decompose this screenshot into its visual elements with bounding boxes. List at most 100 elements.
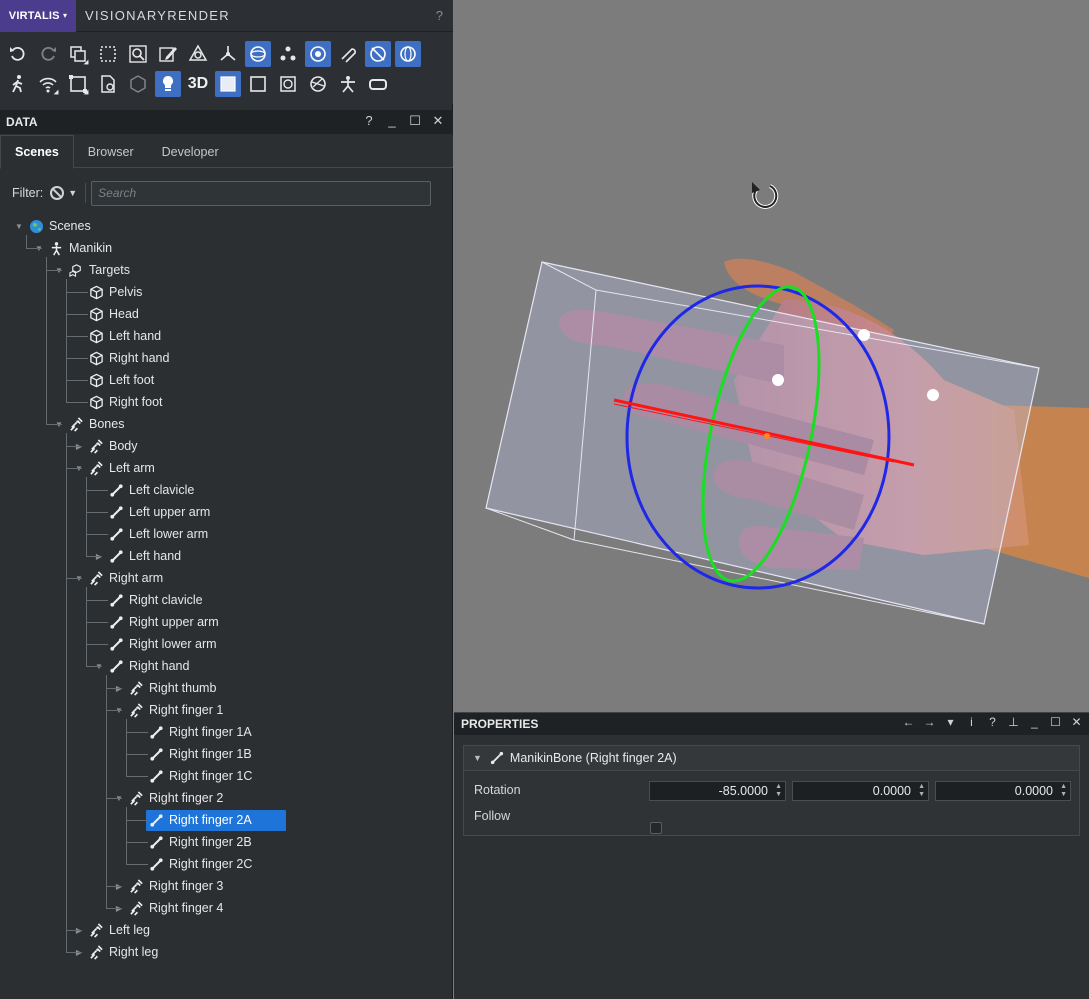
rotation-y-stepper-icon[interactable]: ▲ ▼	[918, 783, 925, 799]
tree-node[interactable]: ▶Right leg	[74, 941, 158, 963]
sphere-icon[interactable]	[245, 41, 271, 67]
tree-node[interactable]: ▼Left arm	[74, 457, 155, 479]
tree-node[interactable]: Right clavicle	[94, 589, 203, 611]
nodes-icon[interactable]	[275, 41, 301, 67]
rotation-z-stepper-icon[interactable]: ▲ ▼	[1060, 783, 1067, 799]
wifi-icon[interactable]	[35, 71, 61, 97]
data-close-icon[interactable]: ✕	[431, 113, 445, 129]
tree-node[interactable]: Right finger 2C	[134, 853, 252, 875]
manikin-icon[interactable]	[335, 71, 361, 97]
box-icon[interactable]	[125, 71, 151, 97]
bone-group-header[interactable]: ▼ ManikinBone (Right finger 2A)	[464, 746, 1079, 771]
collision-icon[interactable]	[365, 41, 391, 67]
tree-node[interactable]: Right finger 2A	[134, 809, 286, 831]
properties-title: PROPERTIES	[461, 717, 539, 731]
tree-node[interactable]: Left clavicle	[94, 479, 194, 501]
tree-connector	[86, 622, 108, 623]
follow-label: Follow	[474, 809, 511, 823]
tree-node[interactable]: ▼Right arm	[74, 567, 163, 589]
rotation-z-field[interactable]: 0.0000 ▲ ▼	[935, 781, 1071, 801]
expanded-arrow-icon[interactable]: ▼	[14, 222, 24, 231]
tree-node[interactable]: ▼ Scenes	[14, 215, 91, 237]
tree-node[interactable]: ▶Right thumb	[114, 677, 216, 699]
tab-developer[interactable]: Developer	[148, 135, 233, 168]
zoom-fit-icon[interactable]	[125, 41, 151, 67]
rotation-x-stepper-icon[interactable]: ▲ ▼	[775, 783, 782, 799]
tab-scenes[interactable]: Scenes	[0, 135, 74, 169]
tree-node[interactable]: ▶Left hand	[94, 545, 181, 567]
tree-node[interactable]: ▶Left leg	[74, 919, 150, 941]
physics-icon[interactable]	[185, 41, 211, 67]
tree-node[interactable]: ▼Bones	[54, 413, 124, 435]
light-icon[interactable]	[155, 71, 181, 97]
tree-node[interactable]: Right upper arm	[94, 611, 219, 633]
vr-icon[interactable]	[365, 71, 391, 97]
tree-node[interactable]: ▶Right finger 4	[114, 897, 223, 919]
data-minimize-icon[interactable]: _	[385, 113, 399, 129]
tree-node[interactable]: Left lower arm	[94, 523, 208, 545]
shader-icon[interactable]	[305, 71, 331, 97]
copy-icon[interactable]	[65, 41, 91, 67]
fill-icon[interactable]	[215, 71, 241, 97]
frame-icon[interactable]	[65, 71, 91, 97]
pin-icon[interactable]: ⊥	[1007, 715, 1020, 729]
tree-node[interactable]: ▼Targets	[54, 259, 130, 281]
props-maximize-icon[interactable]: ☐	[1049, 715, 1062, 729]
rotate-gizmo-icon[interactable]	[395, 41, 421, 67]
document-icon[interactable]	[95, 71, 121, 97]
undo-icon[interactable]	[5, 41, 31, 67]
tree-node[interactable]: ▼Right finger 2	[114, 787, 223, 809]
axes-icon[interactable]	[215, 41, 241, 67]
collapse-arrow-icon[interactable]: ▼	[473, 753, 482, 763]
edit-icon[interactable]	[155, 41, 181, 67]
forward-icon[interactable]: →	[923, 715, 936, 729]
rotation-y-field[interactable]: 0.0000 ▲ ▼	[792, 781, 929, 801]
rotation-x-field[interactable]: -85.0000 ▲ ▼	[649, 781, 786, 801]
tree-connector	[46, 424, 62, 425]
tree-connector	[66, 952, 82, 953]
tab-browser[interactable]: Browser	[74, 135, 148, 168]
tree-node[interactable]: Right finger 2B	[134, 831, 252, 853]
tree-node[interactable]: ▼Right finger 1	[114, 699, 223, 721]
texture-icon[interactable]	[275, 71, 301, 97]
tree-node[interactable]: Right finger 1C	[134, 765, 252, 787]
tree-node[interactable]: Right lower arm	[94, 633, 217, 655]
tree-guide-line	[66, 279, 67, 402]
props-help-icon[interactable]: ?	[986, 715, 999, 729]
tree-node[interactable]: ▼Manikin	[34, 237, 112, 259]
3d-icon[interactable]: 3D	[185, 71, 211, 97]
filter-none-icon[interactable]	[50, 186, 65, 200]
attach-icon[interactable]	[335, 41, 361, 67]
tree-node[interactable]: Right hand	[74, 347, 169, 369]
tree-node[interactable]: Right finger 1B	[134, 743, 252, 765]
tree-node[interactable]: Right finger 1A	[134, 721, 252, 743]
rotation-z-value: 0.0000	[1014, 784, 1053, 798]
orbit-icon[interactable]	[305, 41, 331, 67]
props-minimize-icon[interactable]: _	[1028, 715, 1041, 729]
history-dropdown-icon[interactable]: ▾	[944, 715, 957, 729]
tree-node[interactable]: Left upper arm	[94, 501, 210, 523]
tree-node[interactable]: ▶Body	[74, 435, 138, 457]
tree-connector	[106, 688, 122, 689]
tree-node[interactable]: ▼Right hand	[94, 655, 189, 677]
data-maximize-icon[interactable]: ☐	[408, 113, 422, 129]
cube-icon	[88, 372, 104, 388]
select-box-icon[interactable]	[95, 41, 121, 67]
tree-node[interactable]: ▶Right finger 3	[114, 875, 223, 897]
walk-icon[interactable]	[5, 71, 31, 97]
3d-viewport[interactable]	[454, 0, 1089, 712]
info-icon[interactable]: i	[965, 715, 978, 729]
filter-dropdown-icon[interactable]: ▼	[68, 188, 77, 198]
help-button[interactable]: ?	[436, 8, 443, 23]
tree-node-label: Left leg	[109, 923, 151, 937]
search-input[interactable]	[91, 180, 432, 206]
props-close-icon[interactable]: ✕	[1070, 715, 1083, 729]
brand-menu-button[interactable]: VIRTALIS ▾	[0, 0, 76, 32]
redo-icon[interactable]	[35, 41, 61, 67]
back-icon[interactable]: ←	[902, 715, 915, 729]
tree-node-label: Right hand	[109, 351, 170, 365]
follow-checkbox[interactable]	[650, 822, 662, 834]
data-help-icon[interactable]: ?	[362, 113, 376, 129]
bone-icon	[108, 482, 124, 498]
outline-icon[interactable]	[245, 71, 271, 97]
